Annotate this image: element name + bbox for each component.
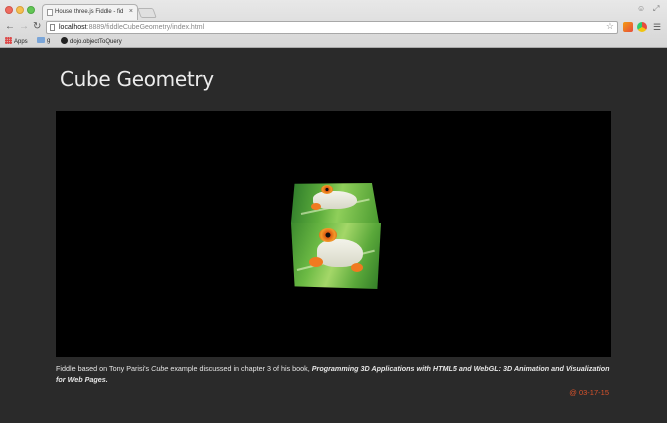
window-maximize-icon[interactable] xyxy=(27,6,35,14)
chrome-extension-icon[interactable] xyxy=(637,22,647,32)
url-host: localhost xyxy=(59,24,87,31)
folder-icon xyxy=(37,37,45,43)
menu-icon[interactable]: ☰ xyxy=(653,21,661,33)
browser-toolbar: ← → ↻ localhost:8889/fiddleCubeGeometry/… xyxy=(0,20,667,35)
bookmark-folder[interactable]: g xyxy=(37,37,50,44)
browser-tab[interactable]: House three.js Fiddle - fid × xyxy=(42,4,138,20)
cube-top-face xyxy=(291,183,379,223)
frog-eye xyxy=(319,228,337,242)
caption: Fiddle based on Tony Parisi's Cube examp… xyxy=(56,363,616,385)
address-bar[interactable]: localhost:8889/fiddleCubeGeometry/index.… xyxy=(46,21,618,34)
forward-icon[interactable]: → xyxy=(19,21,29,33)
profile-icon[interactable]: ☺ xyxy=(637,4,645,13)
dojo-icon xyxy=(61,37,68,44)
bookmark-star-icon[interactable]: ☆ xyxy=(606,21,614,32)
page-favicon-icon xyxy=(47,9,53,16)
fullscreen-icon[interactable]: ⤢ xyxy=(653,4,659,14)
frog-eye xyxy=(321,185,333,194)
page-icon xyxy=(50,24,55,31)
tab-title: House three.js Fiddle - fid xyxy=(55,9,124,15)
textured-cube xyxy=(291,183,381,291)
date-stamp: @ 03-17-15 xyxy=(569,388,609,397)
caption-text: Fiddle based on Tony Parisi's xyxy=(56,364,152,373)
tab-close-icon[interactable]: × xyxy=(129,8,133,15)
frog-foot xyxy=(311,203,321,210)
caption-cube-word: Cube xyxy=(151,364,169,373)
page-title: Cube Geometry xyxy=(60,67,214,91)
frog-foot xyxy=(309,257,323,267)
frog-foot xyxy=(351,263,363,272)
bookmark-label: g xyxy=(47,38,51,44)
tab-strip: House three.js Fiddle - fid × ☺ ⤢ xyxy=(0,0,667,20)
back-icon[interactable]: ← xyxy=(5,21,15,33)
cube-front-face xyxy=(291,223,381,289)
caption-text: example discussed in chapter 3 of his bo… xyxy=(168,364,312,373)
page-content: Cube Geometry Fiddle based on Tony Paris… xyxy=(0,48,667,423)
bookmarks-bar: Apps g dojo.objectToQuery xyxy=(0,35,667,47)
bookmark-dojo[interactable]: dojo.objectToQuery xyxy=(61,37,122,45)
webgl-canvas[interactable] xyxy=(56,111,611,357)
window-close-icon[interactable] xyxy=(5,6,13,14)
url-path: :8889/fiddleCubeGeometry/index.html xyxy=(86,24,205,31)
bookmark-label: dojo.objectToQuery xyxy=(70,39,122,45)
reload-icon[interactable]: ↻ xyxy=(33,21,41,33)
browser-chrome: House three.js Fiddle - fid × ☺ ⤢ ← → ↻ … xyxy=(0,0,667,48)
extension-icon[interactable] xyxy=(623,22,633,32)
bookmark-label: Apps xyxy=(14,39,28,45)
new-tab-button[interactable] xyxy=(137,8,157,18)
bookmark-apps[interactable]: Apps xyxy=(5,37,28,45)
apps-grid-icon xyxy=(5,37,12,44)
window-minimize-icon[interactable] xyxy=(16,6,24,14)
